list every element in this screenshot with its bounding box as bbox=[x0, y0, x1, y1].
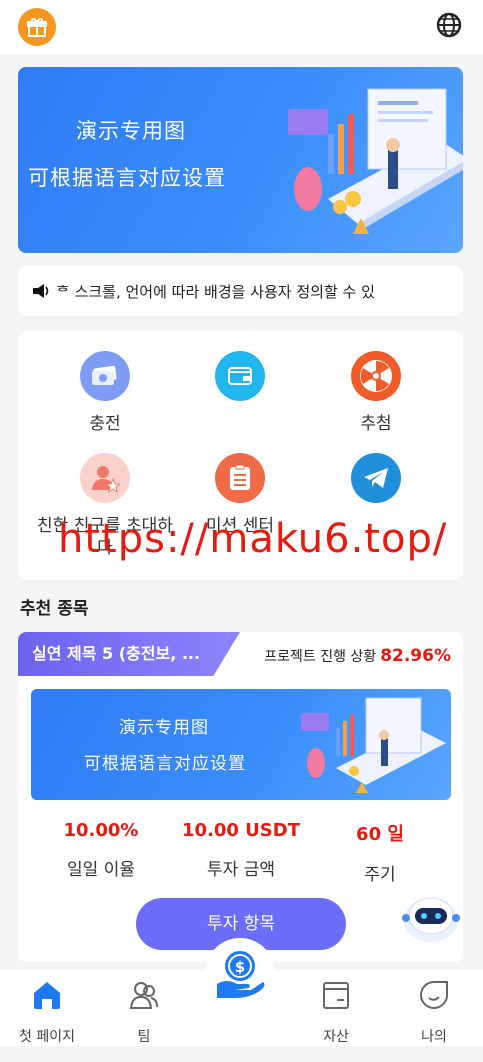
stat-invest-amount-value: 10.00 USDT bbox=[181, 820, 300, 841]
tab-label-team: 팀 bbox=[137, 1029, 151, 1045]
tab-home[interactable]: 첫 페이지 bbox=[2, 978, 92, 1046]
menu-label-lottery: 추첨 bbox=[360, 414, 392, 434]
watermark-url: https://maku6.top/ bbox=[58, 516, 448, 562]
top-bar bbox=[0, 0, 483, 54]
robot-assistant-icon[interactable] bbox=[400, 886, 462, 948]
menu-item-recharge[interactable]: 충전 bbox=[35, 351, 175, 435]
tab-assets[interactable]: 자산 bbox=[291, 978, 381, 1046]
progress-label: 프로젝트 진행 상황 bbox=[264, 649, 377, 665]
banner-illustration bbox=[288, 88, 463, 234]
telegram-icon bbox=[351, 453, 401, 503]
section-title: 추천 종목 bbox=[20, 599, 89, 619]
tab-profile[interactable]: 나의 bbox=[389, 978, 479, 1046]
progress-value: 82.96% bbox=[380, 646, 451, 666]
center-invest-button[interactable]: $ bbox=[205, 938, 275, 1008]
globe-icon[interactable] bbox=[435, 11, 463, 39]
stat-daily-rate-value: 10.00% bbox=[63, 820, 139, 841]
profile-icon bbox=[420, 981, 448, 1009]
stat-period: 60 일 주기 bbox=[305, 820, 455, 885]
stat-invest-amount: 10.00 USDT 투자 금액 bbox=[166, 820, 316, 880]
notice-marquee: ᄒ 스크롤, 언어에 따라 배경을 사용자 정의할 수 있 bbox=[18, 266, 463, 316]
task-list-icon bbox=[215, 453, 265, 503]
menu-item-telegram[interactable] bbox=[306, 453, 446, 515]
product-banner-illustration bbox=[301, 697, 446, 793]
promo-banner[interactable]: 演示专用图 可根据语言对应设置 bbox=[18, 67, 463, 253]
home-icon bbox=[34, 982, 60, 1009]
tab-label-profile: 나의 bbox=[421, 1029, 447, 1045]
wallet-icon bbox=[323, 982, 349, 1009]
banner-line1: 演示专用图 bbox=[76, 119, 186, 143]
wallet-icon bbox=[215, 351, 265, 401]
product-progress: 프로젝트 진행 상황 82.96% bbox=[264, 646, 451, 666]
stat-period-value: 60 일 bbox=[356, 824, 404, 845]
stat-daily-rate: 10.00% 일일 이율 bbox=[26, 820, 176, 880]
invest-coin-icon: $ bbox=[217, 951, 265, 998]
notice-text: ᄒ 스크롤, 언어에 따라 배경을 사용자 정의할 수 있 bbox=[56, 282, 375, 301]
svg-text:$: $ bbox=[235, 958, 245, 976]
banner-line2: 可根据语言对应设置 bbox=[28, 166, 226, 190]
speaker-icon bbox=[33, 284, 49, 298]
stat-invest-amount-label: 투자 금액 bbox=[207, 860, 275, 880]
invite-user-icon bbox=[80, 453, 130, 503]
product-card[interactable]: 실연 제목 5 (충전보, ... 프로젝트 진행 상황 82.96% 演示专用图… bbox=[18, 632, 463, 962]
product-banner-line1: 演示专用图 bbox=[119, 718, 209, 738]
stat-period-label: 주기 bbox=[364, 865, 396, 885]
gift-icon[interactable] bbox=[18, 8, 56, 46]
menu-label-recharge: 충전 bbox=[89, 414, 121, 434]
tab-label-home: 첫 페이지 bbox=[19, 1029, 75, 1045]
product-banner-line2: 可根据语言对应设置 bbox=[84, 754, 246, 774]
team-icon bbox=[129, 982, 158, 1009]
menu-item-lottery[interactable]: 추첨 bbox=[306, 351, 446, 435]
stat-daily-rate-label: 일일 이율 bbox=[67, 860, 135, 880]
tab-team[interactable]: 팀 bbox=[99, 978, 189, 1046]
wheel-icon bbox=[351, 351, 401, 401]
money-icon bbox=[80, 351, 130, 401]
product-banner: 演示专用图 可根据语言对应设置 bbox=[31, 689, 451, 800]
tab-label-assets: 자산 bbox=[323, 1029, 349, 1045]
menu-item-wallet[interactable] bbox=[170, 351, 310, 413]
product-name: 실연 제목 5 (충전보, ... bbox=[18, 632, 240, 676]
